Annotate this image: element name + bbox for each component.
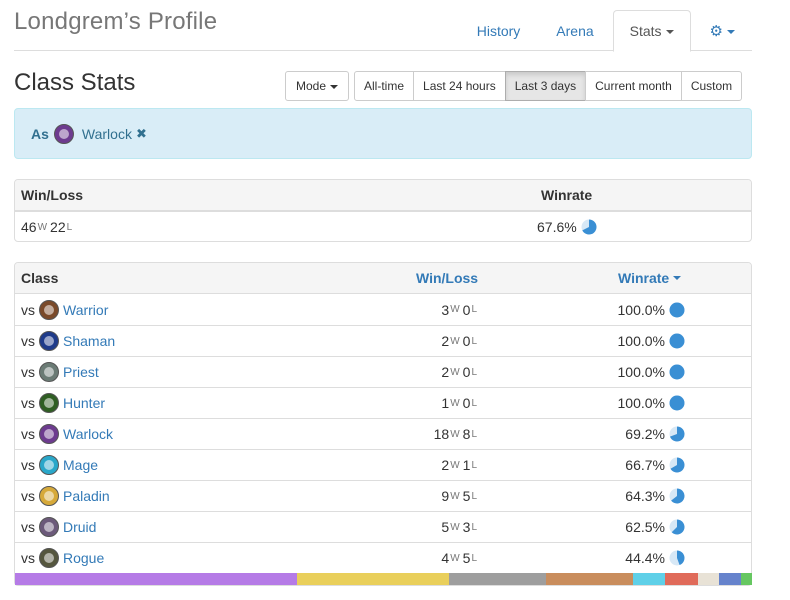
page-title: Londgrem’s Profile (14, 8, 218, 35)
winrate-cell: 100.0% (15, 294, 685, 325)
losses-suffix: L (66, 221, 73, 233)
mode-label: Mode (296, 79, 327, 93)
summary-table-header: Win/Loss Winrate (15, 180, 751, 211)
distribution-segment-warlock (15, 573, 297, 585)
tab-arena[interactable]: Arena (539, 10, 610, 51)
chevron-down-icon (727, 30, 735, 35)
winrate-pie-icon (669, 302, 685, 317)
tab-stats-label: Stats (629, 23, 662, 39)
table-row: vs Shaman 2 W 0 L 100.0% (15, 325, 751, 356)
distribution-segment-mage (632, 573, 666, 585)
distribution-segment-hunter (665, 573, 698, 585)
range-current-month-button[interactable]: Current month (585, 71, 682, 101)
class-distribution-bar (15, 573, 752, 585)
summary-row: 46 W 22 L 67.6% (15, 211, 751, 241)
active-filter-alert: As Warlock ✖ (14, 108, 752, 159)
winrate-pie-icon (669, 426, 685, 442)
wins-count: 46 (21, 219, 37, 235)
winrate-pie-icon (581, 219, 597, 235)
winrate-pie-icon (669, 488, 685, 504)
settings-dropdown[interactable]: ⚙ (693, 10, 752, 51)
gear-icon: ⚙ (709, 23, 723, 40)
winrate-cell: 69.2% (15, 419, 685, 449)
tab-stats[interactable]: Stats (612, 10, 691, 52)
table-row: vs Warrior 3 W 0 L 100.0% (15, 294, 751, 325)
filter-class-link[interactable]: Warlock (82, 126, 132, 142)
summary-table: Win/Loss Winrate 46 W 22 L 67.6% (14, 179, 752, 242)
class-header: Class (21, 270, 59, 286)
winrate-pie-icon (669, 395, 685, 411)
chevron-down-icon (665, 30, 674, 35)
winrate-value: 62.5% (625, 519, 665, 535)
wins-suffix: W (37, 221, 48, 233)
winrate-sort-header[interactable]: Winrate (618, 263, 682, 293)
table-row: vs Mage 2 W 1 L 66.7% (15, 449, 751, 480)
winrate-header: Winrate (541, 187, 593, 203)
class-table: Class Win/Loss Winrate vs Warrior 3 W 0 L 100.… (14, 262, 752, 586)
winrate-value: 100.0% (617, 301, 665, 318)
table-row: vs Rogue 4 W 5 L 44.4% (15, 542, 751, 573)
winrate-cell: 62.5% (15, 512, 685, 542)
chevron-down-icon (330, 84, 339, 89)
range-3-days-button[interactable]: Last 3 days (504, 71, 587, 101)
winrate-cell: 100.0% (15, 326, 685, 356)
profile-tabs: History Arena Stats ⚙ (458, 10, 752, 52)
range-24h-button[interactable]: Last 24 hours (413, 71, 506, 101)
winrate-pie-icon (669, 457, 685, 473)
winrate-header-label: Winrate (618, 270, 670, 286)
tab-history[interactable]: History (460, 10, 538, 51)
summary-winloss: 46 W 22 L (21, 212, 75, 241)
winrate-value: 67.6% (537, 219, 577, 235)
summary-winrate: 67.6% (537, 212, 597, 241)
distribution-segment-shaman (719, 573, 742, 585)
winrate-cell: 64.3% (15, 481, 685, 511)
winrate-pie-icon (669, 333, 685, 349)
winloss-header: Win/Loss (21, 187, 84, 203)
losses-count: 22 (50, 219, 66, 235)
winrate-value: 100.0% (617, 395, 665, 411)
table-row: vs Priest 2 W 0 L 100.0% (15, 356, 751, 387)
section-title: Class Stats (14, 69, 136, 96)
winrate-cell: 100.0% (15, 357, 685, 387)
table-row: vs Druid 5 W 3 L 62.5% (15, 511, 751, 542)
distribution-segment-druid (741, 573, 752, 585)
winrate-pie-icon (669, 364, 685, 380)
warlock-icon (53, 124, 74, 144)
table-row: vs Hunter 1 W 0 L 100.0% (15, 387, 751, 418)
range-all-time-button[interactable]: All-time (354, 71, 415, 101)
filter-prefix: As (31, 126, 49, 142)
distribution-segment-priest (448, 573, 547, 585)
distribution-segment-warrior (546, 573, 633, 585)
winrate-value: 64.3% (625, 488, 665, 504)
distribution-segment-rogue (697, 573, 720, 585)
winrate-pie-icon (669, 519, 685, 535)
sort-desc-icon (673, 276, 682, 280)
distribution-segment-paladin (296, 573, 449, 585)
winrate-cell: 100.0% (15, 388, 685, 418)
winrate-value: 69.2% (625, 426, 665, 442)
winrate-value: 66.7% (625, 457, 665, 473)
close-icon[interactable]: ✖ (136, 126, 147, 142)
profile-header: Londgrem’s Profile History Arena Stats ⚙ (14, 0, 752, 52)
mode-dropdown-button[interactable]: Mode (285, 71, 350, 101)
winrate-value: 100.0% (617, 333, 665, 349)
table-row: vs Paladin 9 W 5 L 64.3% (15, 480, 751, 511)
winrate-cell: 66.7% (15, 450, 685, 480)
winrate-value: 100.0% (617, 364, 665, 380)
table-row: vs Warlock 18 W 8 L 69.2% (15, 418, 751, 449)
time-range-group: All-time Last 24 hours Last 3 days Curre… (354, 71, 743, 101)
winrate-value: 44.4% (625, 550, 665, 566)
class-table-header: Class Win/Loss Winrate (15, 263, 751, 294)
winrate-cell: 44.4% (15, 543, 685, 573)
winrate-pie-icon (669, 550, 685, 566)
winloss-sort-header[interactable]: Win/Loss (416, 263, 478, 293)
range-custom-button[interactable]: Custom (680, 71, 743, 101)
